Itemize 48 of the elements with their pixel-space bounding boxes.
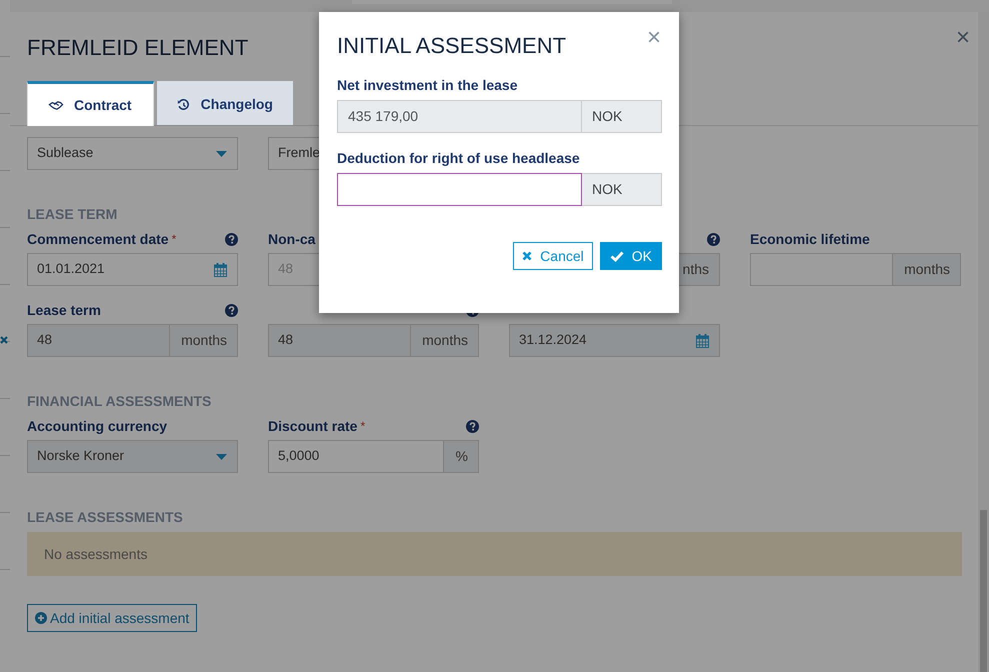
unit-label: months bbox=[170, 324, 238, 357]
handshake-icon bbox=[48, 98, 64, 112]
close-button[interactable]: × bbox=[954, 26, 972, 50]
help-icon[interactable] bbox=[707, 232, 720, 246]
unit-label: months bbox=[411, 324, 479, 357]
date-field[interactable]: 01.01.2021 bbox=[27, 253, 238, 286]
add-assessment-button[interactable]: Add initial assessment bbox=[27, 604, 198, 632]
required-mark: * bbox=[360, 418, 366, 435]
field-label: Discount rate bbox=[268, 416, 358, 436]
section-heading: FINANCIAL ASSESSMENTS bbox=[27, 392, 212, 410]
ok-button[interactable]: OK bbox=[600, 242, 662, 270]
field-label: Accounting currency bbox=[27, 416, 168, 436]
input-field[interactable]: 435 179,00 bbox=[337, 100, 582, 133]
close-button[interactable]: × bbox=[644, 26, 663, 50]
field-label: Lease term bbox=[27, 300, 101, 320]
unit-label: NOK bbox=[582, 173, 662, 206]
check-icon bbox=[610, 250, 624, 262]
tab[interactable]: Changelog bbox=[157, 81, 293, 125]
unit-label: NOK bbox=[582, 100, 662, 133]
close-icon[interactable] bbox=[0, 335, 8, 345]
help-icon[interactable] bbox=[225, 304, 238, 316]
caret-icon bbox=[216, 454, 227, 460]
section-heading: LEASE ASSESSMENTS bbox=[27, 508, 184, 526]
section-heading: LEASE TERM bbox=[27, 205, 118, 223]
field-label: Economic lifetime bbox=[750, 230, 870, 248]
input-field[interactable] bbox=[337, 173, 582, 206]
help-icon[interactable] bbox=[466, 420, 479, 432]
unit-label: % bbox=[444, 440, 479, 473]
help-icon[interactable] bbox=[225, 232, 238, 246]
calendar-icon[interactable] bbox=[214, 262, 227, 276]
modal-title: FREMLEID ELEMENT bbox=[27, 34, 248, 62]
close-icon bbox=[522, 251, 532, 261]
field-label: Deduction for right of use headlease bbox=[337, 149, 581, 167]
field-label: Commencement date bbox=[27, 230, 169, 248]
plus-circle-icon bbox=[35, 612, 47, 624]
empty-notice: No assessments bbox=[27, 532, 962, 576]
unit-label: months bbox=[893, 253, 961, 286]
select-field[interactable]: Sublease bbox=[27, 137, 238, 170]
tab[interactable]: Contract bbox=[27, 81, 154, 126]
field-label: Non-ca bbox=[268, 230, 316, 248]
dialog-title: INITIAL ASSESSMENT bbox=[337, 32, 566, 60]
caret-icon bbox=[216, 150, 227, 156]
cancel-button[interactable]: Cancel bbox=[513, 242, 593, 270]
scrollbar-thumb[interactable] bbox=[980, 510, 987, 672]
input-field[interactable]: 5,0000 bbox=[268, 440, 444, 473]
history-icon bbox=[177, 98, 191, 111]
field-label: Net investment in the lease bbox=[337, 76, 519, 94]
required-mark: * bbox=[172, 231, 176, 248]
